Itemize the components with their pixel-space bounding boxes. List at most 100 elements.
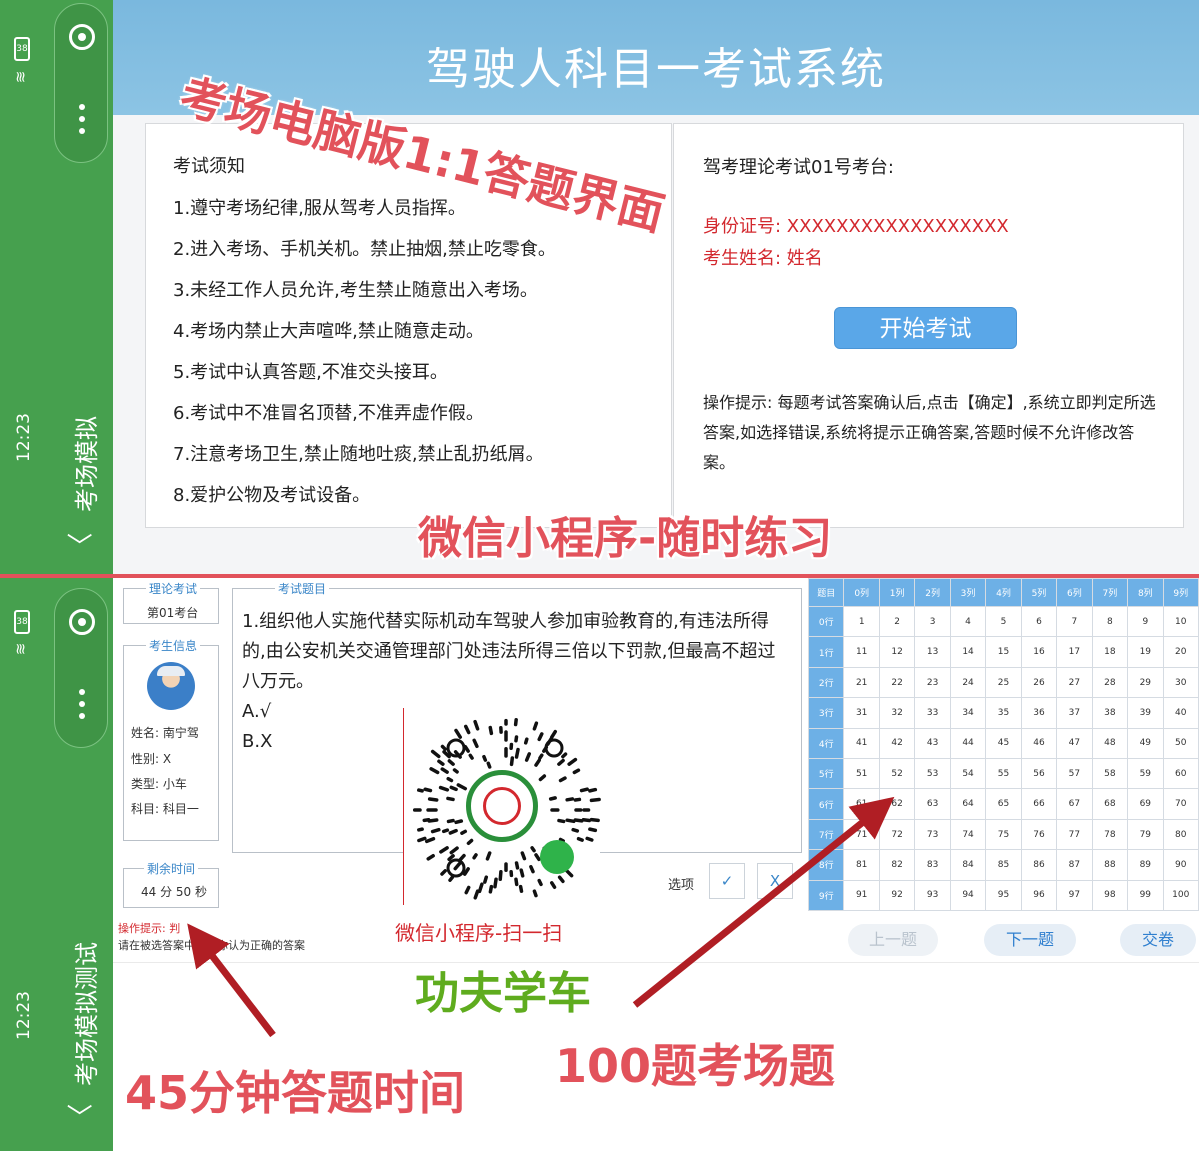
grid-question-cell[interactable]: 90 [1162,849,1199,881]
grid-question-cell[interactable]: 86 [1020,849,1058,881]
grid-question-cell[interactable]: 11 [843,636,880,668]
grid-question-cell[interactable]: 27 [1056,666,1093,699]
start-exam-button[interactable]: 开始考试 [834,307,1017,349]
menu-capsule[interactable] [54,588,108,748]
grid-question-cell[interactable]: 21 [843,666,880,699]
grid-question-cell[interactable]: 80 [1162,818,1199,851]
grid-question-cell[interactable]: 18 [1091,636,1129,668]
grid-question-cell[interactable]: 89 [1127,849,1164,881]
grid-question-cell[interactable]: 41 [843,727,880,760]
grid-question-cell[interactable]: 57 [1056,758,1093,790]
grid-question-cell[interactable]: 3 [914,606,951,638]
grid-question-cell[interactable]: 60 [1162,758,1199,790]
close-circle-icon[interactable] [69,24,95,50]
grid-question-cell[interactable]: 79 [1127,818,1164,851]
back-chevron-icon[interactable]: 〈 [61,1103,98,1129]
grid-question-cell[interactable]: 62 [878,788,916,820]
grid-question-cell[interactable]: 96 [1020,879,1058,912]
grid-question-cell[interactable]: 29 [1127,666,1164,699]
grid-question-cell[interactable]: 19 [1127,636,1164,668]
close-circle-icon[interactable] [69,609,95,635]
grid-question-cell[interactable]: 15 [985,636,1022,668]
grid-question-cell[interactable]: 100 [1162,879,1199,912]
grid-question-cell[interactable]: 8 [1091,606,1129,638]
more-dots-icon[interactable] [79,689,85,719]
grid-question-cell[interactable]: 7 [1056,606,1093,638]
grid-question-cell[interactable]: 84 [949,849,987,881]
grid-question-cell[interactable]: 75 [985,818,1022,851]
grid-question-cell[interactable]: 17 [1056,636,1093,668]
next-question-button[interactable]: 下一题 [984,924,1076,956]
grid-question-cell[interactable]: 99 [1127,879,1164,912]
grid-question-cell[interactable]: 4 [949,606,987,638]
prev-question-button[interactable]: 上一题 [848,924,938,956]
grid-question-cell[interactable]: 16 [1020,636,1058,668]
grid-question-cell[interactable]: 63 [914,788,951,820]
grid-question-cell[interactable]: 9 [1127,606,1164,638]
grid-question-cell[interactable]: 92 [878,879,916,912]
grid-question-cell[interactable]: 6 [1020,606,1058,638]
answer-true-button[interactable]: ✓ [709,863,745,899]
grid-question-cell[interactable]: 46 [1020,727,1058,760]
grid-question-cell[interactable]: 74 [949,818,987,851]
grid-question-cell[interactable]: 51 [843,758,880,790]
grid-question-cell[interactable]: 53 [914,758,951,790]
grid-question-cell[interactable]: 14 [949,636,987,668]
grid-question-cell[interactable]: 87 [1056,849,1093,881]
grid-question-cell[interactable]: 98 [1091,879,1129,912]
grid-question-cell[interactable]: 33 [914,697,951,729]
grid-question-cell[interactable]: 32 [878,697,916,729]
grid-question-cell[interactable]: 73 [914,818,951,851]
grid-question-cell[interactable]: 56 [1020,758,1058,790]
grid-question-cell[interactable]: 40 [1162,697,1199,729]
grid-question-cell[interactable]: 49 [1127,727,1164,760]
grid-question-cell[interactable]: 97 [1056,879,1093,912]
grid-question-cell[interactable]: 82 [878,849,916,881]
answer-false-button[interactable]: X [757,863,793,899]
grid-question-cell[interactable]: 42 [878,727,916,760]
grid-question-cell[interactable]: 61 [843,788,880,820]
grid-question-cell[interactable]: 69 [1127,788,1164,820]
grid-question-cell[interactable]: 20 [1162,636,1199,668]
grid-question-cell[interactable]: 72 [878,818,916,851]
grid-question-cell[interactable]: 44 [949,727,987,760]
grid-question-cell[interactable]: 70 [1162,788,1199,820]
grid-question-cell[interactable]: 12 [878,636,916,668]
grid-question-cell[interactable]: 47 [1056,727,1093,760]
grid-question-cell[interactable]: 94 [949,879,987,912]
grid-question-cell[interactable]: 54 [949,758,987,790]
grid-question-cell[interactable]: 25 [985,666,1022,699]
grid-question-cell[interactable]: 2 [878,606,916,638]
grid-question-cell[interactable]: 31 [843,697,880,729]
grid-question-cell[interactable]: 65 [985,788,1022,820]
grid-question-cell[interactable]: 10 [1162,606,1199,638]
grid-question-cell[interactable]: 35 [985,697,1022,729]
grid-question-cell[interactable]: 64 [949,788,987,820]
grid-question-cell[interactable]: 93 [914,879,951,912]
grid-question-cell[interactable]: 50 [1162,727,1199,760]
grid-question-cell[interactable]: 71 [843,818,880,851]
grid-question-cell[interactable]: 22 [878,666,916,699]
grid-question-cell[interactable]: 68 [1091,788,1129,820]
submit-button[interactable]: 交卷 [1120,924,1196,956]
grid-question-cell[interactable]: 67 [1056,788,1093,820]
grid-question-cell[interactable]: 55 [985,758,1022,790]
grid-question-cell[interactable]: 28 [1091,666,1129,699]
grid-question-cell[interactable]: 38 [1091,697,1129,729]
grid-question-cell[interactable]: 26 [1020,666,1058,699]
grid-question-cell[interactable]: 34 [949,697,987,729]
grid-question-cell[interactable]: 37 [1056,697,1093,729]
back-chevron-icon[interactable]: 〈 [61,532,98,558]
grid-question-cell[interactable]: 91 [843,879,880,912]
grid-question-cell[interactable]: 24 [949,666,987,699]
grid-question-cell[interactable]: 30 [1162,666,1199,699]
grid-question-cell[interactable]: 23 [914,666,951,699]
grid-question-cell[interactable]: 76 [1020,818,1058,851]
grid-question-cell[interactable]: 39 [1127,697,1164,729]
grid-question-cell[interactable]: 52 [878,758,916,790]
grid-question-cell[interactable]: 58 [1091,758,1129,790]
grid-question-cell[interactable]: 48 [1091,727,1129,760]
grid-question-cell[interactable]: 45 [985,727,1022,760]
grid-question-cell[interactable]: 83 [914,849,951,881]
grid-question-cell[interactable]: 95 [985,879,1022,912]
